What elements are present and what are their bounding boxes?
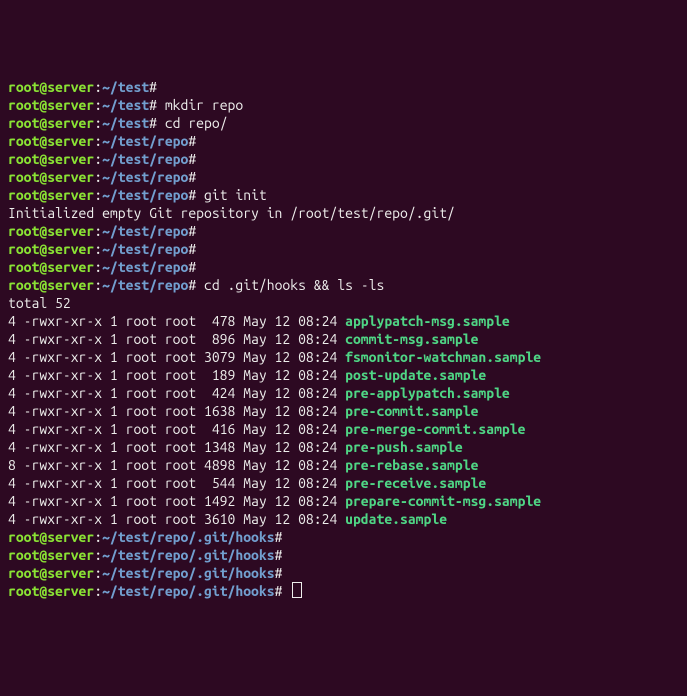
terminal-line: root@server:~/test/repo/.git/hooks# xyxy=(8,546,679,564)
prompt-user-host: root@server xyxy=(8,259,94,275)
terminal-line: root@server:~/test/repo/.git/hooks# xyxy=(8,528,679,546)
terminal-line: Initialized empty Git repository in /roo… xyxy=(8,204,679,222)
cursor-icon xyxy=(292,582,302,598)
prompt-user-host: root@server xyxy=(8,97,94,113)
terminal-line: root@server:~/test/repo# xyxy=(8,258,679,276)
terminal-line: 4 -rwxr-xr-x 1 root root 416 May 12 08:2… xyxy=(8,420,679,438)
prompt-user-host: root@server xyxy=(8,133,94,149)
ls-entry-filename: prepare-commit-msg.sample xyxy=(345,493,541,509)
ls-entry-meta: 4 -rwxr-xr-x 1 root root 3079 May 12 08:… xyxy=(8,349,345,365)
ls-entry-filename: pre-commit.sample xyxy=(345,403,478,419)
prompt-user-host: root@server xyxy=(8,169,94,185)
ls-entry-filename: post-update.sample xyxy=(345,367,486,383)
prompt-path: ~/test/repo xyxy=(102,277,188,293)
ls-entry-meta: 4 -rwxr-xr-x 1 root root 896 May 12 08:2… xyxy=(8,331,345,347)
terminal-line: 4 -rwxr-xr-x 1 root root 424 May 12 08:2… xyxy=(8,384,679,402)
command-text: mkdir repo xyxy=(157,97,243,113)
prompt-path: ~/test/repo xyxy=(102,223,188,239)
prompt-user-host: root@server xyxy=(8,151,94,167)
terminal-line: root@server:~/test# mkdir repo xyxy=(8,96,679,114)
prompt-path: ~/test/repo xyxy=(102,133,188,149)
terminal-line: 4 -rwxr-xr-x 1 root root 896 May 12 08:2… xyxy=(8,330,679,348)
ls-entry-filename: update.sample xyxy=(345,511,447,527)
prompt-path: ~/test/repo/.git/hooks xyxy=(102,529,274,545)
prompt-user-host: root@server xyxy=(8,277,94,293)
ls-entry-meta: 4 -rwxr-xr-x 1 root root 478 May 12 08:2… xyxy=(8,313,345,329)
ls-entry-meta: 4 -rwxr-xr-x 1 root root 1638 May 12 08:… xyxy=(8,403,345,419)
terminal-line: 8 -rwxr-xr-x 1 root root 4898 May 12 08:… xyxy=(8,456,679,474)
terminal-line: root@server:~/test# xyxy=(8,78,679,96)
ls-entry-filename: commit-msg.sample xyxy=(345,331,478,347)
prompt-path: ~/test/repo/.git/hooks xyxy=(102,547,274,563)
prompt-path: ~/test/repo xyxy=(102,151,188,167)
ls-entry-meta: 8 -rwxr-xr-x 1 root root 4898 May 12 08:… xyxy=(8,457,345,473)
ls-entry-meta: 4 -rwxr-xr-x 1 root root 424 May 12 08:2… xyxy=(8,385,345,401)
ls-entry-filename: applypatch-msg.sample xyxy=(345,313,510,329)
command-text: git init xyxy=(196,187,267,203)
ls-entry-meta: 4 -rwxr-xr-x 1 root root 3610 May 12 08:… xyxy=(8,511,345,527)
ls-entry-meta: 4 -rwxr-xr-x 1 root root 544 May 12 08:2… xyxy=(8,475,345,491)
command-text: cd repo/ xyxy=(157,115,228,131)
prompt-user-host: root@server xyxy=(8,187,94,203)
prompt-path: ~/test/repo/.git/hooks xyxy=(102,565,274,581)
prompt-path: ~/test xyxy=(102,79,149,95)
ls-entry-filename: pre-rebase.sample xyxy=(345,457,478,473)
prompt-user-host: root@server xyxy=(8,529,94,545)
ls-entry-filename: pre-push.sample xyxy=(345,439,463,455)
terminal-line: root@server:~/test/repo# cd .git/hooks &… xyxy=(8,276,679,294)
terminal-line: root@server:~/test/repo/.git/hooks# xyxy=(8,564,679,582)
terminal-line: root@server:~/test# cd repo/ xyxy=(8,114,679,132)
output-text: Initialized empty Git repository in /roo… xyxy=(8,205,455,221)
terminal-line: root@server:~/test/repo# git init xyxy=(8,186,679,204)
ls-entry-meta: 4 -rwxr-xr-x 1 root root 1492 May 12 08:… xyxy=(8,493,345,509)
terminal-line: 4 -rwxr-xr-x 1 root root 3079 May 12 08:… xyxy=(8,348,679,366)
prompt-path: ~/test xyxy=(102,115,149,131)
terminal-line: 4 -rwxr-xr-x 1 root root 544 May 12 08:2… xyxy=(8,474,679,492)
terminal-line: 4 -rwxr-xr-x 1 root root 478 May 12 08:2… xyxy=(8,312,679,330)
prompt-path: ~/test/repo xyxy=(102,241,188,257)
prompt-path: ~/test/repo/.git/hooks xyxy=(102,583,274,599)
terminal-line: 4 -rwxr-xr-x 1 root root 189 May 12 08:2… xyxy=(8,366,679,384)
terminal-line: root@server:~/test/repo# xyxy=(8,222,679,240)
terminal-line: root@server:~/test/repo# xyxy=(8,132,679,150)
terminal-line: 4 -rwxr-xr-x 1 root root 3610 May 12 08:… xyxy=(8,510,679,528)
prompt-path: ~/test/repo xyxy=(102,259,188,275)
prompt-user-host: root@server xyxy=(8,583,94,599)
terminal-line: root@server:~/test/repo# xyxy=(8,240,679,258)
ls-entry-filename: pre-applypatch.sample xyxy=(345,385,510,401)
ls-entry-meta: 4 -rwxr-xr-x 1 root root 189 May 12 08:2… xyxy=(8,367,345,383)
terminal-output[interactable]: root@server:~/test#root@server:~/test# m… xyxy=(8,78,679,600)
terminal-line: root@server:~/test/repo# xyxy=(8,168,679,186)
terminal-line: root@server:~/test/repo/.git/hooks# xyxy=(8,582,679,600)
ls-entry-meta: 4 -rwxr-xr-x 1 root root 416 May 12 08:2… xyxy=(8,421,345,437)
prompt-user-host: root@server xyxy=(8,79,94,95)
prompt-user-host: root@server xyxy=(8,241,94,257)
ls-entry-filename: pre-receive.sample xyxy=(345,475,486,491)
terminal-line: 4 -rwxr-xr-x 1 root root 1348 May 12 08:… xyxy=(8,438,679,456)
prompt-user-host: root@server xyxy=(8,565,94,581)
prompt-path: ~/test/repo xyxy=(102,169,188,185)
prompt-user-host: root@server xyxy=(8,223,94,239)
terminal-line: 4 -rwxr-xr-x 1 root root 1492 May 12 08:… xyxy=(8,492,679,510)
prompt-user-host: root@server xyxy=(8,115,94,131)
terminal-line: root@server:~/test/repo# xyxy=(8,150,679,168)
prompt-user-host: root@server xyxy=(8,547,94,563)
terminal-line: total 52 xyxy=(8,294,679,312)
command-text: cd .git/hooks && ls -ls xyxy=(196,277,384,293)
terminal-line: 4 -rwxr-xr-x 1 root root 1638 May 12 08:… xyxy=(8,402,679,420)
output-text: total 52 xyxy=(8,295,71,311)
ls-entry-filename: fsmonitor-watchman.sample xyxy=(345,349,541,365)
ls-entry-filename: pre-merge-commit.sample xyxy=(345,421,525,437)
prompt-path: ~/test xyxy=(102,97,149,113)
prompt-path: ~/test/repo xyxy=(102,187,188,203)
ls-entry-meta: 4 -rwxr-xr-x 1 root root 1348 May 12 08:… xyxy=(8,439,345,455)
